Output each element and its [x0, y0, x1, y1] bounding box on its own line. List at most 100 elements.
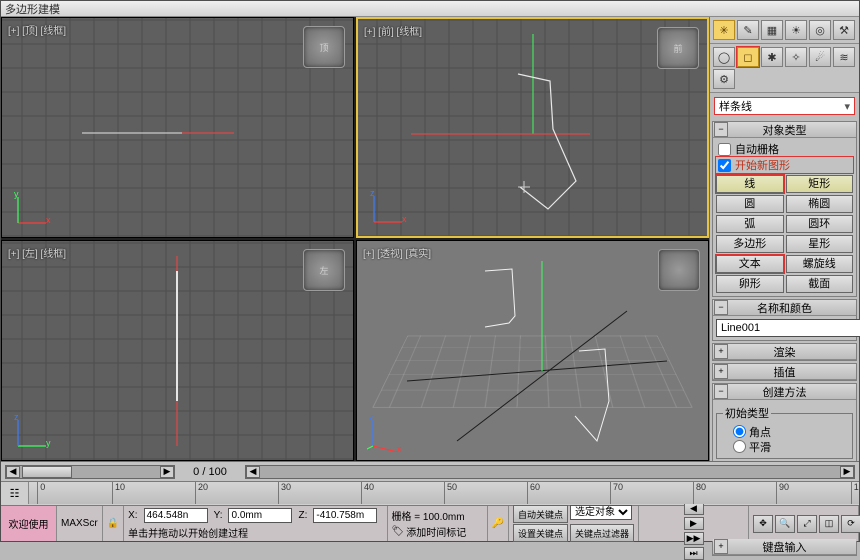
- egg-button[interactable]: 卵形: [716, 275, 784, 293]
- timeline-ruler[interactable]: 0 10 20 30 40 50 60 70 80 90 100: [29, 482, 859, 504]
- timeline-config-icon[interactable]: ☷: [1, 482, 29, 504]
- rollout-plus-icon[interactable]: +: [714, 364, 728, 379]
- ngon-button[interactable]: 多边形: [716, 235, 784, 253]
- systems-icon[interactable]: ⚙: [713, 69, 735, 89]
- command-panel: ✳ ✎ ▦ ☀ ◎ ⚒ ◯ ◻ ✱ ✧ ☄ ≋ ⚙ 样条线 − 对象类型: [709, 17, 859, 461]
- grid-and-timetag: 栅格 = 100.0mm 🏷添加时间标记: [388, 506, 488, 541]
- donut-button[interactable]: 圆环: [786, 215, 854, 233]
- scroll-left-icon[interactable]: ◀: [6, 466, 20, 478]
- x-field[interactable]: 464.548n: [144, 508, 208, 523]
- viewport-perspective[interactable]: [+] [透视] [真实] x z: [356, 240, 709, 461]
- label: 多边形: [733, 238, 766, 250]
- rollout-plus-icon[interactable]: +: [714, 344, 728, 359]
- text-button[interactable]: 文本: [716, 255, 784, 273]
- checkbox[interactable]: [718, 159, 731, 172]
- y-field[interactable]: 0.0mm: [228, 508, 292, 523]
- scroll-right-icon[interactable]: ▶: [840, 466, 854, 478]
- viewport-top[interactable]: [+] [顶] [线框] 顶 x y: [1, 17, 354, 238]
- rollout-header[interactable]: + 插值: [713, 364, 856, 380]
- rollout-header[interactable]: − 名称和颜色: [713, 300, 856, 316]
- add-time-tag[interactable]: 添加时间标记: [406, 524, 466, 539]
- icon: ▦: [767, 24, 777, 37]
- circle-button[interactable]: 圆: [716, 195, 784, 213]
- rollout-header[interactable]: + 渲染: [713, 344, 856, 360]
- orbit-icon[interactable]: ⟳: [841, 515, 860, 533]
- goto-end-icon[interactable]: ⏭: [684, 547, 704, 560]
- trackbar-scroll[interactable]: ◀ ▶: [245, 465, 855, 479]
- rollout-plus-icon[interactable]: +: [714, 539, 728, 554]
- spacewarps-icon[interactable]: ≋: [833, 47, 855, 67]
- time-slider[interactable]: ◀ ▶: [5, 465, 175, 479]
- play-icon[interactable]: ▶: [684, 517, 704, 530]
- lights-icon[interactable]: ✱: [761, 47, 783, 67]
- rollout-minus-icon[interactable]: −: [714, 122, 728, 137]
- rollout-object-type: − 对象类型 自动栅格 开始新图形 线 矩形 圆 椭圆 弧 圆环 多边形 星形: [712, 121, 857, 297]
- rollout-minus-icon[interactable]: −: [714, 384, 728, 399]
- label: 弧: [744, 218, 755, 230]
- transform-readout: X:464.548n Y:0.0mm Z:-410.758m: [128, 508, 382, 523]
- time-tag-icon[interactable]: 🏷: [392, 526, 405, 537]
- section-button[interactable]: 截面: [786, 275, 854, 293]
- zoom-icon[interactable]: 🔍: [775, 515, 795, 533]
- create-tab-icon[interactable]: ✳: [713, 20, 735, 40]
- pan-icon[interactable]: ✥: [753, 515, 773, 533]
- scroll-left-icon[interactable]: ◀: [246, 466, 260, 478]
- key-target-dropdown[interactable]: 选定对象: [570, 505, 632, 520]
- initial-smooth-radio[interactable]: 平滑: [723, 439, 848, 454]
- prompt-line: 单击并拖动以开始创建过程: [128, 525, 382, 540]
- ellipse-button[interactable]: 椭圆: [786, 195, 854, 213]
- utilities-tab-icon[interactable]: ⚒: [833, 20, 855, 40]
- set-key-button[interactable]: 设置关键点: [513, 524, 568, 542]
- key-filters-button[interactable]: 关键点过滤器: [570, 524, 634, 542]
- hierarchy-tab-icon[interactable]: ▦: [761, 20, 783, 40]
- helpers-icon[interactable]: ☄: [809, 47, 831, 67]
- line-button[interactable]: 线: [716, 175, 784, 193]
- helix-button[interactable]: 螺旋线: [786, 255, 854, 273]
- display-tab-icon[interactable]: ◎: [809, 20, 831, 40]
- lock-selection-icon[interactable]: 🔒: [103, 506, 124, 541]
- label: 圆: [744, 198, 755, 210]
- cameras-icon[interactable]: ✧: [785, 47, 807, 67]
- rollout-header[interactable]: + 键盘输入: [713, 539, 856, 555]
- start-new-shape-checkbox[interactable]: 开始新图形: [716, 157, 853, 173]
- rectangle-button[interactable]: 矩形: [786, 175, 854, 193]
- modify-tab-icon[interactable]: ✎: [737, 20, 759, 40]
- z-field[interactable]: -410.758m: [313, 508, 377, 523]
- shapes-icon[interactable]: ◻: [737, 47, 759, 67]
- label: 角点: [749, 424, 771, 440]
- star-button[interactable]: 星形: [786, 235, 854, 253]
- fov-icon[interactable]: ◫: [819, 515, 839, 533]
- geometry-icon[interactable]: ◯: [713, 47, 735, 67]
- radio[interactable]: [733, 425, 746, 438]
- motion-tab-icon[interactable]: ☀: [785, 20, 807, 40]
- rollout-header[interactable]: − 创建方法: [713, 384, 856, 400]
- label: 自动栅格: [735, 141, 779, 157]
- spline-content: [358, 19, 707, 236]
- icon: ✎: [743, 24, 752, 37]
- scroll-thumb[interactable]: [22, 466, 72, 478]
- key-icon[interactable]: 🔑: [488, 506, 509, 541]
- rollout-minus-icon[interactable]: −: [714, 300, 728, 315]
- auto-grid-checkbox[interactable]: 自动栅格: [716, 141, 853, 157]
- scroll-right-icon[interactable]: ▶: [160, 466, 174, 478]
- main-area: [+] [顶] [线框] 顶 x y [+] [前] [线框] 前 x z: [1, 17, 859, 461]
- dropdown-value: 样条线: [719, 98, 752, 114]
- rollout-header[interactable]: − 对象类型: [713, 122, 856, 138]
- checkbox[interactable]: [718, 143, 731, 156]
- rollout-interpolation: + 插值: [712, 363, 857, 381]
- grid-readout: 栅格 = 100.0mm: [392, 508, 483, 523]
- zoom-extents-icon[interactable]: ⤢: [797, 515, 817, 533]
- auto-key-button[interactable]: 自动关键点: [513, 505, 568, 523]
- maxscript-button[interactable]: MAXScr: [57, 506, 103, 541]
- rollout-body: [713, 316, 856, 340]
- shape-type-dropdown[interactable]: 样条线: [714, 97, 855, 115]
- object-name-input[interactable]: [716, 319, 860, 337]
- arc-button[interactable]: 弧: [716, 215, 784, 233]
- z-label: Z:: [298, 510, 307, 521]
- initial-corner-radio[interactable]: 角点: [723, 424, 848, 439]
- next-frame-icon[interactable]: ▶▶: [684, 532, 704, 545]
- viewport-front[interactable]: [+] [前] [线框] 前 x z: [356, 17, 709, 238]
- radio[interactable]: [733, 440, 746, 453]
- viewport-left[interactable]: [+] [左] [线框] 左 y z: [1, 240, 354, 461]
- icon: ✧: [791, 51, 800, 64]
